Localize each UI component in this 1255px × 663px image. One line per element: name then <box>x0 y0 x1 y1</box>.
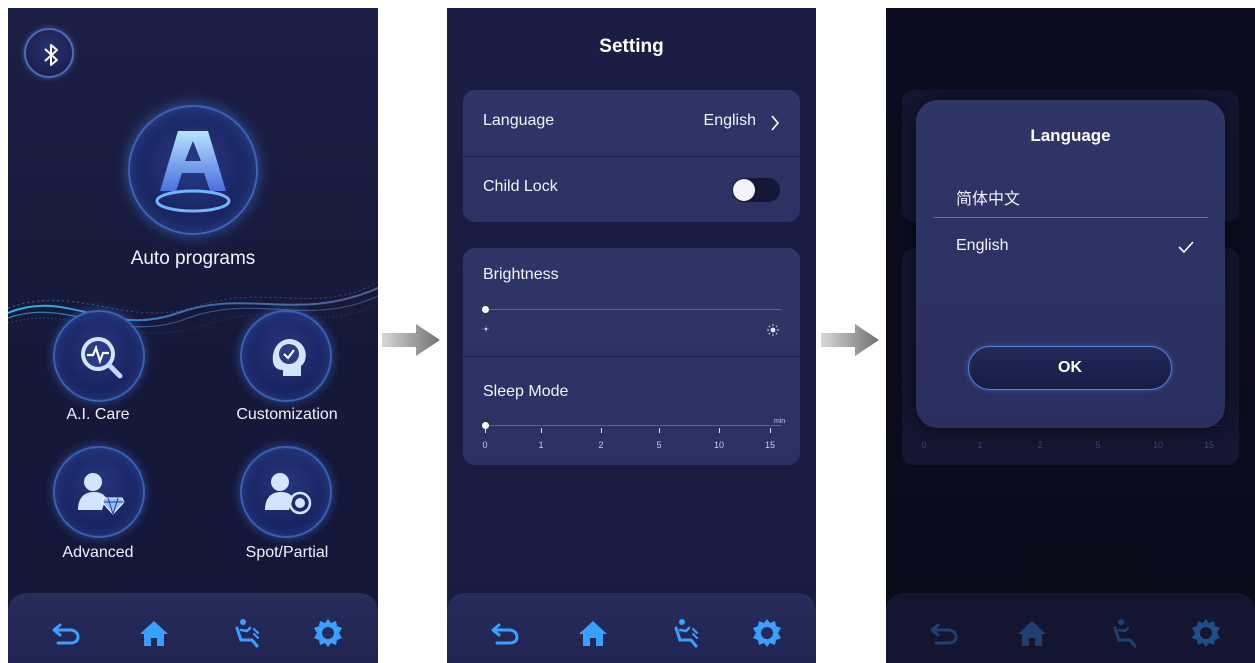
settings-button <box>1188 615 1224 651</box>
home-button[interactable] <box>575 615 611 651</box>
spot-partial-button[interactable] <box>240 446 332 538</box>
customization-button[interactable] <box>240 310 332 402</box>
tick-label: 0 <box>921 440 927 450</box>
toggle-knob <box>733 179 755 201</box>
massage-button <box>1106 615 1142 651</box>
settings-card-display: Brightness Sleep Mode min 0 1 2 5 10 15 <box>463 248 800 465</box>
auto-programs-label: Auto programs <box>130 248 256 269</box>
advanced-icon <box>78 473 125 515</box>
tick <box>719 428 720 433</box>
home-icon <box>1018 621 1046 646</box>
massage-icon <box>1113 619 1137 648</box>
customization-label: Customization <box>236 406 338 423</box>
customization-icon <box>272 338 306 376</box>
auto-programs-button[interactable] <box>128 105 258 235</box>
sleep-unit-label: min <box>774 418 786 425</box>
tick-label: 5 <box>656 440 662 450</box>
flow-arrow-icon <box>821 324 879 356</box>
massage-icon <box>235 619 259 648</box>
settings-icon <box>753 619 781 647</box>
child-lock-label: Child Lock <box>483 178 558 195</box>
sleep-mode-label: Sleep Mode <box>483 383 569 400</box>
brightness-low-icon <box>483 326 489 332</box>
tick <box>485 428 486 433</box>
brightness-label: Brightness <box>483 266 559 283</box>
ai-care-icon <box>81 337 123 379</box>
bottom-nav <box>8 593 378 663</box>
divider <box>934 217 1208 218</box>
tick-label: 0 <box>482 440 488 450</box>
language-value: English <box>703 112 756 129</box>
divider <box>463 356 800 357</box>
flow-arrow-icon <box>382 324 440 356</box>
page-title: Setting <box>599 36 664 57</box>
tick-label: 15 <box>1203 440 1214 450</box>
brightness-slider-thumb[interactable] <box>482 306 489 313</box>
tick-label: 2 <box>1037 440 1043 450</box>
tick <box>770 428 771 433</box>
back-icon <box>930 623 958 645</box>
home-button <box>1014 615 1050 651</box>
settings-card-general: Language English Child Lock <box>463 90 800 222</box>
massage-icon <box>674 619 698 648</box>
tick <box>659 428 660 433</box>
tick-label: 10 <box>1152 440 1163 450</box>
spot-partial-icon <box>265 473 312 515</box>
dialog-title: Language <box>1030 126 1111 145</box>
tick-label: 2 <box>598 440 604 450</box>
settings-button[interactable] <box>749 615 785 651</box>
settings-button[interactable] <box>310 615 346 651</box>
bluetooth-button[interactable] <box>24 28 74 78</box>
child-lock-toggle[interactable] <box>732 178 780 202</box>
tick-label: 10 <box>713 440 724 450</box>
settings-screen: Setting Language English Child Lock Brig… <box>447 8 816 663</box>
back-icon <box>491 623 519 645</box>
tick <box>601 428 602 433</box>
sleep-mode-slider[interactable] <box>485 425 781 426</box>
language-label: Language <box>483 112 555 129</box>
language-row[interactable]: Language English <box>463 90 800 156</box>
back-button[interactable] <box>487 615 523 651</box>
massage-button[interactable] <box>228 615 264 651</box>
back-button[interactable] <box>48 615 84 651</box>
home-button[interactable] <box>136 615 172 651</box>
bottom-nav <box>886 593 1255 663</box>
tick-label: 1 <box>977 440 983 450</box>
settings-icon <box>1192 619 1220 647</box>
brightness-high-icon <box>767 324 779 336</box>
brightness-slider[interactable] <box>485 309 781 310</box>
ok-button[interactable]: OK <box>968 346 1172 390</box>
language-option-english[interactable]: English <box>956 237 1008 255</box>
tick-label: 5 <box>1095 440 1101 450</box>
tick-label: 15 <box>764 440 775 450</box>
language-option-chinese[interactable]: 简体中文 <box>956 185 1020 209</box>
home-screen: Auto programs A.I. Care Customization Ad… <box>8 8 378 663</box>
check-icon <box>1178 241 1194 254</box>
language-dialog-screen: 0 1 2 5 10 15 Language 简体中文 English OK <box>886 8 1255 663</box>
ai-care-label: A.I. Care <box>66 406 130 423</box>
back-icon <box>52 623 80 645</box>
tick <box>541 428 542 433</box>
auto-programs-icon <box>155 131 231 213</box>
tick-label: 1 <box>538 440 544 450</box>
spot-partial-label: Spot/Partial <box>245 544 329 561</box>
bottom-nav <box>447 593 816 663</box>
massage-button[interactable] <box>667 615 703 651</box>
settings-icon <box>314 619 342 647</box>
chevron-right-icon <box>771 115 780 131</box>
advanced-button[interactable] <box>53 446 145 538</box>
back-button <box>926 615 962 651</box>
language-dialog: Language 简体中文 English OK <box>916 100 1225 428</box>
bluetooth-icon <box>44 44 58 66</box>
home-icon <box>579 621 607 646</box>
child-lock-row: Child Lock <box>463 156 800 222</box>
home-icon <box>140 621 168 646</box>
advanced-label: Advanced <box>62 544 134 561</box>
ai-care-button[interactable] <box>53 310 145 402</box>
